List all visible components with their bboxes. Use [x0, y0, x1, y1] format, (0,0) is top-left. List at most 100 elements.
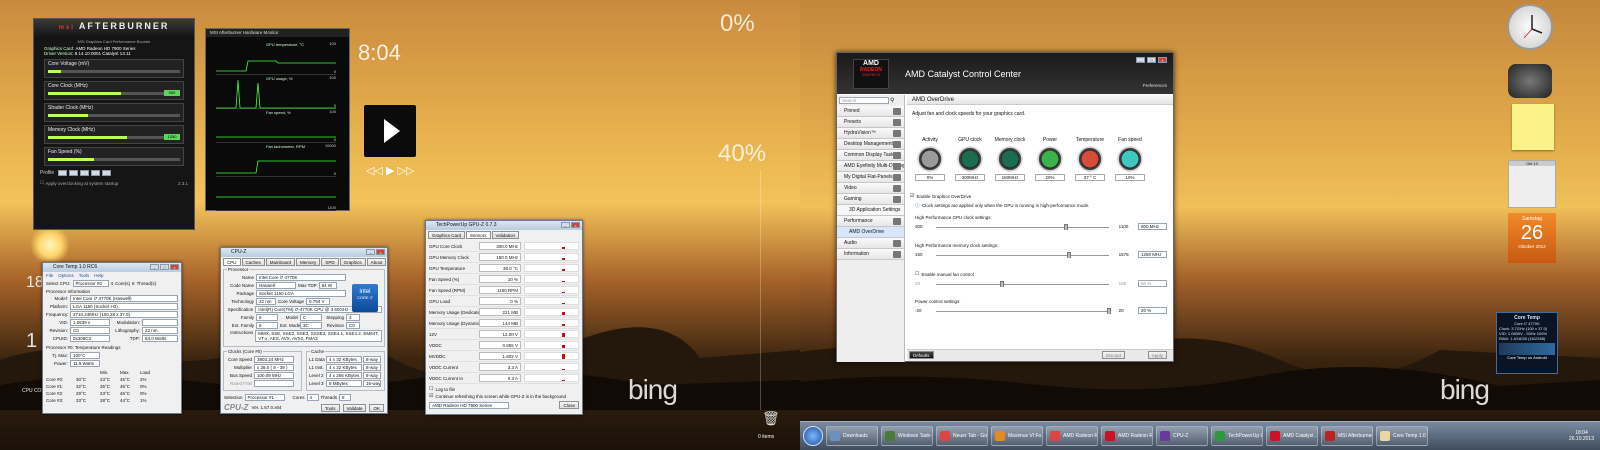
- slider-4[interactable]: Fan Speed (%): [44, 147, 184, 166]
- nav-item-5[interactable]: AMD Eyefinity Multi-Display: [837, 161, 904, 172]
- selection-dropdown[interactable]: Processor #1: [244, 394, 285, 401]
- sticky-note[interactable]: [1512, 104, 1554, 150]
- tab-spd[interactable]: SPD: [321, 258, 339, 266]
- taskbar-item[interactable]: Windows Task-...: [881, 426, 933, 446]
- gpu-clock-value[interactable]: 900 MHz: [1138, 223, 1167, 230]
- fan-value[interactable]: 50 %: [1138, 280, 1167, 287]
- tray-clock[interactable]: 18:04 26.10.2013: [1569, 430, 1594, 442]
- discard-button[interactable]: Discard: [1101, 351, 1125, 359]
- tab-caches[interactable]: Caches: [241, 258, 265, 266]
- tab-graphics[interactable]: Graphics: [339, 258, 366, 266]
- taskbar-item[interactable]: AMD Catalyst ...: [1266, 426, 1318, 446]
- nav-item-8[interactable]: Gaming: [837, 194, 904, 205]
- tab-memory[interactable]: Memory: [296, 258, 321, 266]
- nav-item-2[interactable]: HydraVision™: [837, 128, 904, 139]
- close-button-footer[interactable]: Close: [559, 401, 579, 409]
- apply-startup-checkbox[interactable]: ☐: [40, 180, 44, 186]
- tab-sensors[interactable]: Sensors: [466, 231, 491, 239]
- ok-button[interactable]: OK: [369, 403, 384, 412]
- minimize-button[interactable]: –: [1136, 57, 1145, 63]
- profile-1-button[interactable]: 1: [58, 170, 68, 176]
- taskbar-item[interactable]: Maximus VI Fo...: [991, 426, 1043, 446]
- power-value[interactable]: 20 %: [1138, 307, 1167, 314]
- menu-options[interactable]: Options: [58, 273, 74, 278]
- memory-clock-slider[interactable]: [936, 251, 1109, 258]
- slider-0[interactable]: Core Voltage (mV): [44, 59, 184, 78]
- enable-overdrive-checkbox[interactable]: ☑: [910, 193, 914, 199]
- tab-validation[interactable]: Validation: [491, 231, 519, 239]
- slider-track[interactable]: [48, 92, 180, 95]
- taskbar-item[interactable]: Neuer Tab - Go...: [936, 426, 988, 446]
- manual-fan-checkbox[interactable]: ☐: [915, 271, 919, 277]
- sensor-value[interactable]: 1.602 V: [479, 352, 521, 360]
- sensor-value[interactable]: 12.00 V: [479, 330, 521, 338]
- defaults-button[interactable]: Defaults: [909, 351, 934, 359]
- gpu-clock-thumb[interactable]: [1063, 223, 1068, 230]
- profile-3-button[interactable]: 3: [80, 170, 90, 176]
- menu-tools[interactable]: Tools: [79, 273, 90, 278]
- tab-graphics-card[interactable]: Graphics Card: [428, 231, 466, 239]
- recycle-bin-icon[interactable]: 🗑: [762, 410, 780, 427]
- taskbar-item[interactable]: AMD Radeon R...: [1101, 426, 1153, 446]
- play-icon[interactable]: [364, 105, 416, 157]
- nav-item-13[interactable]: Information: [837, 249, 904, 260]
- slider-track[interactable]: [48, 136, 180, 139]
- close-button[interactable]: ×: [1158, 57, 1167, 63]
- maximize-button[interactable]: □: [160, 264, 169, 270]
- fan-slider[interactable]: [936, 280, 1109, 287]
- maximize-button[interactable]: □: [1147, 57, 1156, 63]
- log-checkbox[interactable]: ☐: [429, 386, 433, 392]
- power-thumb[interactable]: [1106, 307, 1111, 314]
- sensor-value[interactable]: 221 MB: [479, 308, 521, 316]
- cpuz-window[interactable]: CPU-Z – × CPU Caches Mainboard Memory SPD Grap…: [220, 247, 388, 414]
- sensor-value[interactable]: 0.3 A: [479, 374, 521, 382]
- taskbar-item[interactable]: Core Temp 1.0 ...: [1376, 426, 1428, 446]
- card-select[interactable]: AMD Radeon HD 7900 Series: [429, 401, 509, 409]
- nav-item-11[interactable]: AMD OverDrive: [837, 227, 904, 238]
- minimize-button[interactable]: –: [150, 264, 159, 270]
- slider-track[interactable]: [48, 70, 180, 73]
- tools-button[interactable]: Tools: [321, 403, 340, 412]
- slider-3[interactable]: Memory Clock (MHz) 1250: [44, 125, 184, 144]
- sensor-value[interactable]: 38.0 °C: [479, 264, 521, 272]
- validate-button[interactable]: Validate: [342, 403, 367, 412]
- apply-button[interactable]: Apply: [1147, 351, 1167, 359]
- taskbar-item[interactable]: Downloads: [826, 426, 878, 446]
- taskbar-item[interactable]: CPU-Z: [1156, 426, 1208, 446]
- minimize-button[interactable]: –: [366, 249, 375, 255]
- nav-item-1[interactable]: Presets: [837, 117, 904, 128]
- slider-2[interactable]: Shader Clock (MHz): [44, 103, 184, 122]
- search-icon[interactable]: ⚲: [890, 97, 894, 104]
- coretemp-window[interactable]: Core Temp 1.0 RC6 – □ × File Options Tools He…: [42, 262, 182, 414]
- processor-select[interactable]: Processor #0: [72, 280, 109, 287]
- gpu-clock-slider[interactable]: [936, 223, 1109, 230]
- search-input[interactable]: Search: [839, 97, 889, 104]
- taskbar-item[interactable]: MSI Afterburner: [1321, 426, 1373, 446]
- nav-item-9[interactable]: 3D Application Settings: [837, 205, 904, 216]
- tab-mainboard[interactable]: Mainboard: [265, 258, 296, 266]
- nav-item-0[interactable]: Pinned: [837, 106, 904, 117]
- profile-5-button[interactable]: 5: [102, 170, 112, 176]
- start-button[interactable]: [803, 426, 823, 446]
- sensor-value[interactable]: 150.0 MHz: [479, 253, 521, 261]
- tab-cpu[interactable]: CPU: [223, 258, 241, 266]
- sensor-value[interactable]: 0 %: [479, 297, 521, 305]
- tab-about[interactable]: About: [366, 258, 387, 266]
- slider-track[interactable]: [48, 158, 180, 161]
- close-button[interactable]: ×: [376, 249, 385, 255]
- taskbar-item[interactable]: AMD Radeon R...: [1046, 426, 1098, 446]
- continue-checkbox[interactable]: ☑: [429, 393, 433, 399]
- minimize-button[interactable]: –: [561, 222, 570, 228]
- afterburner-window[interactable]: msi AFTERBURNER MSI Graphics Card Perform…: [33, 18, 195, 230]
- sensor-value[interactable]: 1150 RPM: [479, 286, 521, 294]
- sensor-value[interactable]: 0.865 V: [479, 341, 521, 349]
- sensor-value[interactable]: 144 MB: [479, 319, 521, 327]
- power-slider[interactable]: [936, 307, 1111, 314]
- sensor-value[interactable]: 3.3 A: [479, 363, 521, 371]
- afterburner-monitor-window[interactable]: MSI Afterburner Hardware Monitor GPU tem…: [205, 28, 350, 211]
- nav-item-4[interactable]: Common Display Tasks: [837, 150, 904, 161]
- nav-item-10[interactable]: Performance: [837, 216, 904, 227]
- media-player-gadget[interactable]: [364, 105, 416, 157]
- menu-file[interactable]: File: [46, 273, 53, 278]
- close-button[interactable]: ×: [170, 264, 179, 270]
